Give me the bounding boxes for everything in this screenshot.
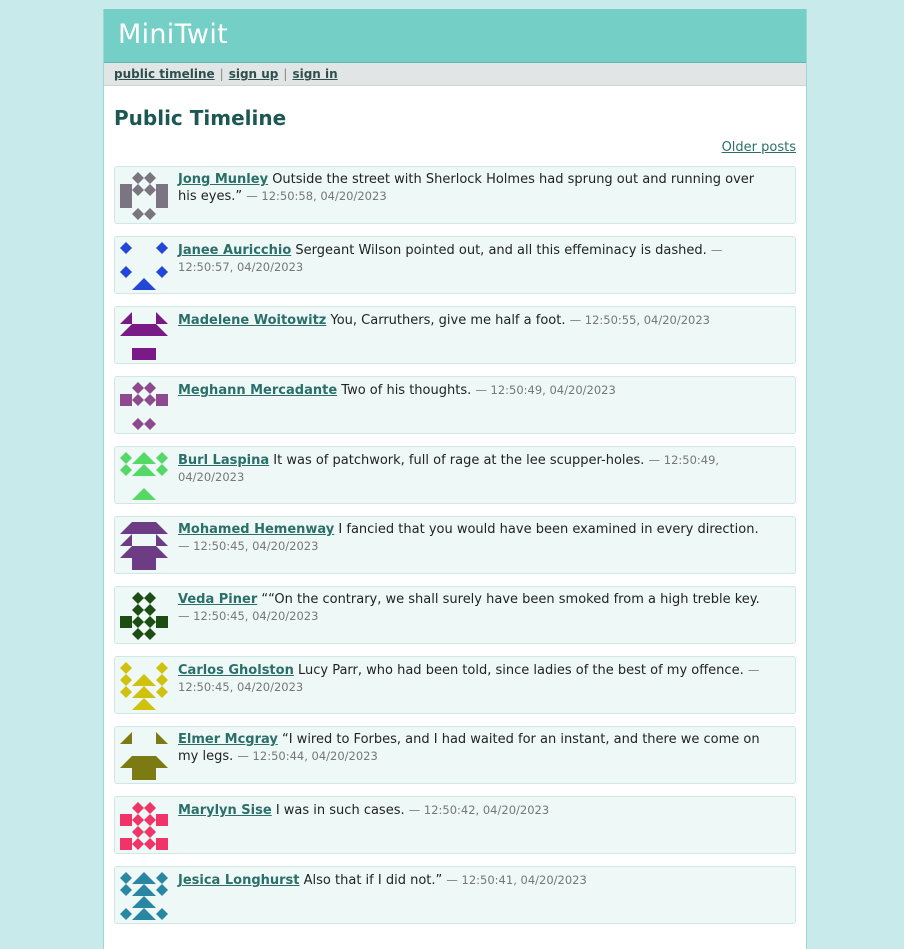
nav-public-timeline-link[interactable]: public timeline [114,67,215,81]
avatar-identicon-icon[interactable] [120,452,168,500]
message-timestamp: — 12:50:58, 04/20/2023 [246,189,387,203]
message-text: I was in such cases. [275,803,405,818]
message-text: Also that if I did not.” [303,873,443,888]
message-list: Jong Munley Outside the street with Sher… [114,166,796,924]
avatar-identicon-icon[interactable] [120,242,168,290]
message-text-block: Carlos Gholston Lucy Parr, who had been … [178,662,765,696]
message-text-block: Madelene Woitowitz You, Carruthers, give… [178,312,765,329]
message-text: Two of his thoughts. [341,383,472,398]
avatar-identicon-icon[interactable] [120,662,168,710]
message-author-link[interactable]: Meghann Mercadante [178,383,337,398]
avatar-identicon-icon[interactable] [120,382,168,430]
avatar-identicon-icon[interactable] [120,802,168,850]
message-item: Mohamed Hemenway I fancied that you woul… [114,516,796,574]
message-item: Veda Piner ““On the contrary, we shall s… [114,586,796,644]
message-timestamp: — 12:50:41, 04/20/2023 [446,873,587,887]
message-text-block: Jong Munley Outside the street with Sher… [178,172,765,205]
message-text-block: Veda Piner ““On the contrary, we shall s… [178,592,765,625]
message-item: Meghann Mercadante Two of his thoughts. … [114,376,796,434]
message-text-block: Burl Laspina It was of patchwork, full o… [178,452,765,486]
message-text: ““On the contrary, we shall surely have … [261,592,760,607]
avatar-identicon-icon[interactable] [120,522,168,570]
message-author-link[interactable]: Madelene Woitowitz [178,313,326,328]
message-item: Carlos Gholston Lucy Parr, who had been … [114,656,796,714]
message-author-link[interactable]: Burl Laspina [178,453,269,468]
header-banner: MiniTwit [104,9,806,63]
message-text-block: Marylyn Sise I was in such cases. — 12:5… [178,802,765,819]
message-timestamp: — 12:50:55, 04/20/2023 [569,313,710,327]
message-timestamp: — 12:50:45, 04/20/2023 [178,609,319,623]
nav-sign-up-link[interactable]: sign up [229,67,279,81]
avatar-identicon-icon[interactable] [120,592,168,640]
message-timestamp: — 12:50:44, 04/20/2023 [237,749,378,763]
older-posts-link[interactable]: Older posts [722,140,796,155]
message-text: You, Carruthers, give me half a foot. [330,313,566,328]
message-author-link[interactable]: Janee Auricchio [178,243,291,258]
message-timestamp: — 12:50:49, 04/20/2023 [475,383,616,397]
message-text: I fancied that you would have been exami… [338,522,759,537]
navigation-bar: public timeline | sign up | sign in [104,63,806,86]
message-text-block: Jesica Longhurst Also that if I did not.… [178,872,765,889]
message-text: It was of patchwork, full of rage at the… [273,453,645,468]
pagination: Older posts [114,140,796,166]
avatar-identicon-icon[interactable] [120,172,168,220]
message-author-link[interactable]: Jong Munley [178,172,268,187]
message-item: Madelene Woitowitz You, Carruthers, give… [114,306,796,364]
message-author-link[interactable]: Mohamed Hemenway [178,522,334,537]
message-author-link[interactable]: Elmer Mcgray [178,732,278,747]
message-item: Janee Auricchio Sergeant Wilson pointed … [114,236,796,294]
avatar-identicon-icon[interactable] [120,312,168,360]
message-text-block: Janee Auricchio Sergeant Wilson pointed … [178,242,765,276]
message-author-link[interactable]: Jesica Longhurst [178,873,300,888]
message-item: Jesica Longhurst Also that if I did not.… [114,866,796,924]
message-text: Lucy Parr, who had been told, since ladi… [297,663,744,678]
nav-sign-in-link[interactable]: sign in [292,67,337,81]
avatar-identicon-icon[interactable] [120,872,168,920]
nav-separator: | [283,67,288,81]
message-text-block: Meghann Mercadante Two of his thoughts. … [178,382,765,399]
main-content: Public Timeline Older posts Jong Munley … [104,86,806,924]
message-item: Marylyn Sise I was in such cases. — 12:5… [114,796,796,854]
message-text-block: Mohamed Hemenway I fancied that you woul… [178,522,765,555]
page-title: Public Timeline [114,106,287,130]
message-item: Elmer Mcgray “I wired to Forbes, and I h… [114,726,796,784]
app-title: MiniTwit [118,19,229,50]
message-timestamp: — 12:50:42, 04/20/2023 [408,803,550,817]
message-author-link[interactable]: Marylyn Sise [178,803,272,818]
nav-separator: | [219,67,224,81]
avatar-identicon-icon[interactable] [120,732,168,780]
message-timestamp: — 12:50:45, 04/20/2023 [178,539,319,553]
page-container: MiniTwit public timeline | sign up | sign in… [103,9,807,949]
message-item: Jong Munley Outside the street with Sher… [114,166,796,224]
message-item: Burl Laspina It was of patchwork, full o… [114,446,796,504]
message-author-link[interactable]: Veda Piner [178,592,257,607]
message-author-link[interactable]: Carlos Gholston [178,663,294,678]
message-text: Sergeant Wilson pointed out, and all thi… [295,243,707,258]
message-text-block: Elmer Mcgray “I wired to Forbes, and I h… [178,732,765,765]
